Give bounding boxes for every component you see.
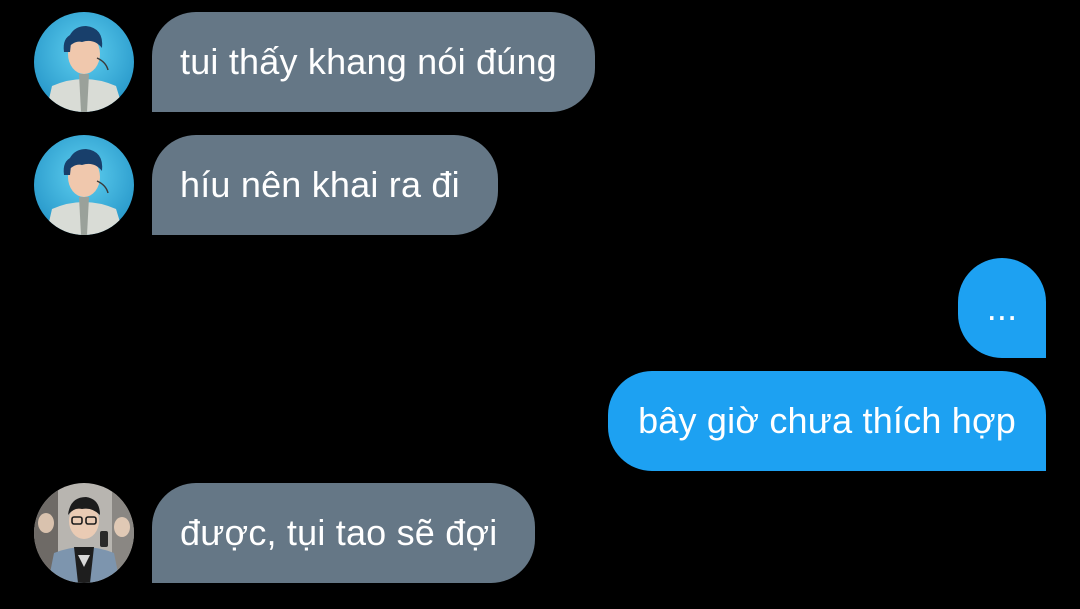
- avatar[interactable]: [34, 483, 134, 583]
- message-text: được, tụi tao sẽ đợi: [180, 512, 498, 553]
- message-bubble-incoming[interactable]: híu nên khai ra đi: [152, 135, 498, 235]
- message-bubble-outgoing[interactable]: bây giờ chưa thích hợp: [608, 371, 1046, 471]
- message-bubble-incoming[interactable]: tui thấy khang nói đúng: [152, 12, 595, 112]
- avatar-image: [34, 135, 134, 235]
- avatar[interactable]: [34, 12, 134, 112]
- avatar-image: [34, 483, 134, 583]
- message-bubble-outgoing[interactable]: ...: [958, 258, 1046, 358]
- message-text: bây giờ chưa thích hợp: [638, 400, 1016, 441]
- message-text: tui thấy khang nói đúng: [180, 41, 557, 82]
- avatar-image: [34, 12, 134, 112]
- avatar[interactable]: [34, 135, 134, 235]
- message-text: híu nên khai ra đi: [180, 164, 460, 205]
- message-bubble-incoming[interactable]: được, tụi tao sẽ đợi: [152, 483, 536, 583]
- message-text: ...: [986, 287, 1018, 328]
